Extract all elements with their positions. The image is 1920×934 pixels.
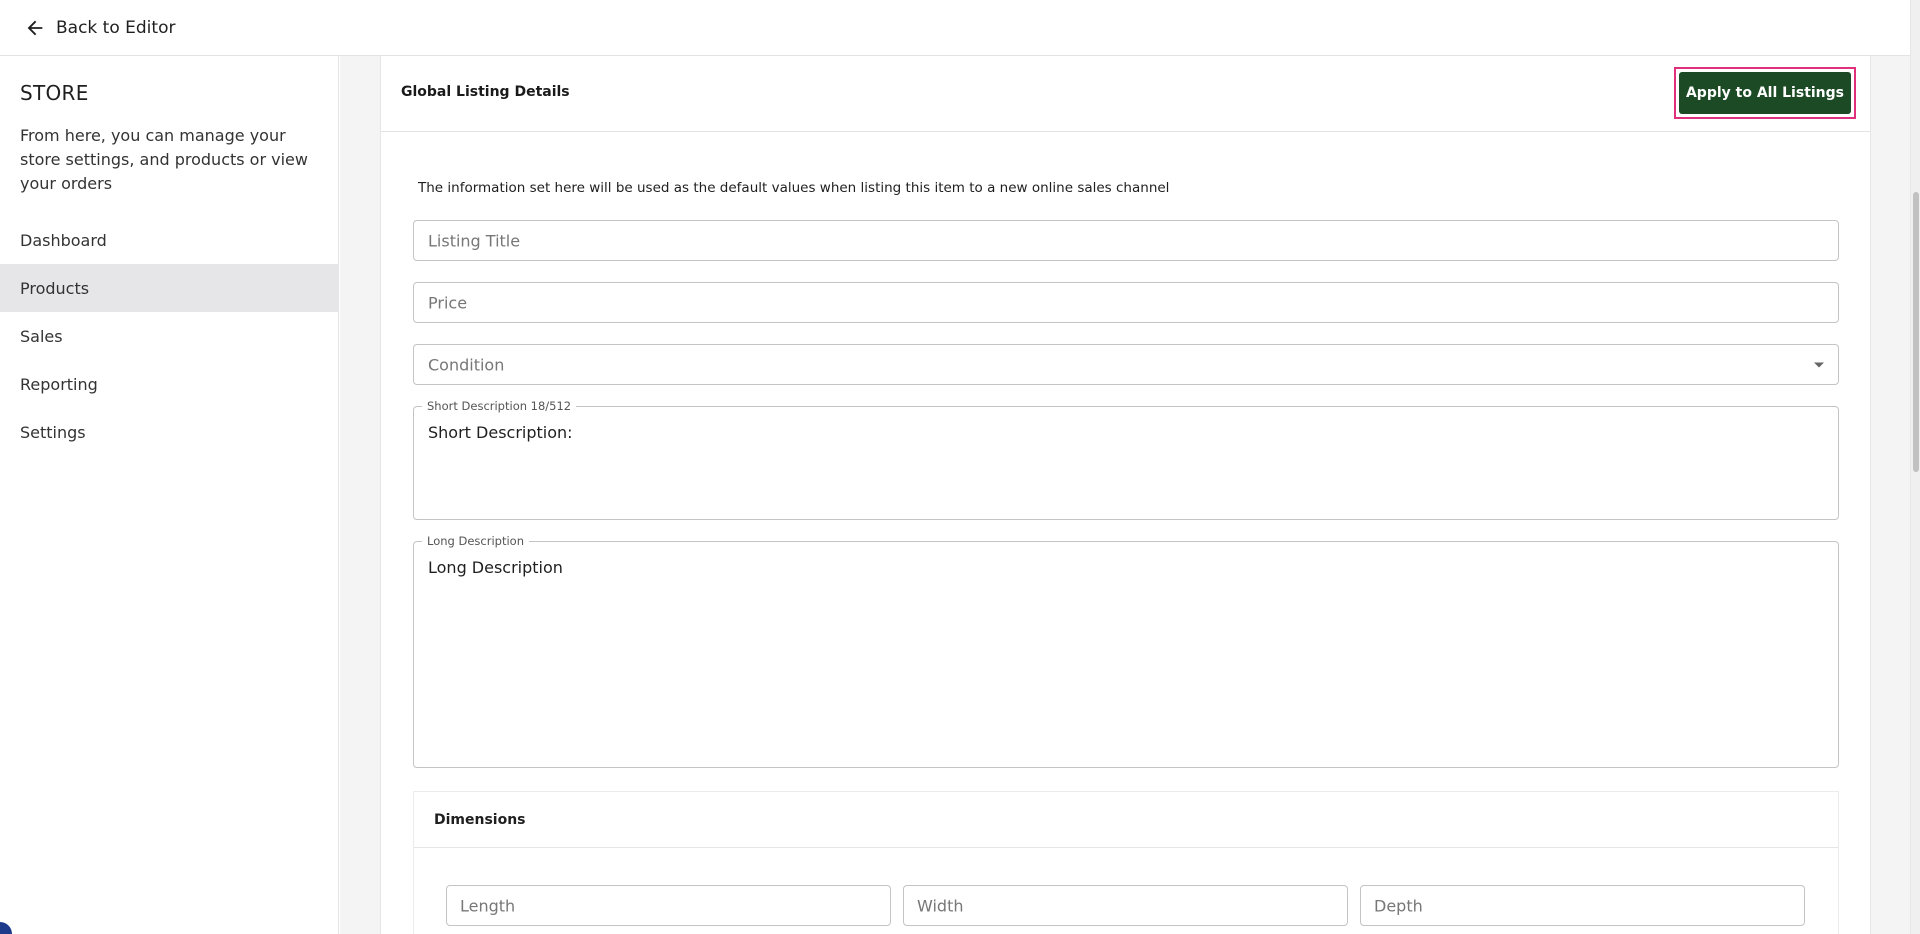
sidebar-nav: Dashboard Products Sales Reporting Setti… bbox=[0, 216, 339, 456]
chevron-down-icon bbox=[1814, 362, 1824, 367]
length-placeholder: Length bbox=[460, 896, 516, 915]
long-description-textarea[interactable]: Long Description Long Description bbox=[413, 534, 1839, 768]
top-bar: Back to Editor bbox=[0, 0, 1910, 56]
long-description-label: Long Description bbox=[422, 534, 529, 548]
width-placeholder: Width bbox=[917, 896, 964, 915]
price-input[interactable]: Price bbox=[413, 282, 1839, 323]
dimensions-header: Dimensions bbox=[414, 792, 1838, 848]
short-description-textarea[interactable]: Short Description 18/512 Short Descripti… bbox=[413, 399, 1839, 520]
card-title: Global Listing Details bbox=[401, 84, 570, 100]
sidebar: STORE From here, you can manage your sto… bbox=[0, 56, 339, 934]
apply-to-all-listings-button[interactable]: Apply to All Listings bbox=[1679, 72, 1851, 114]
apply-button-highlight: Apply to All Listings bbox=[1674, 67, 1856, 119]
depth-input[interactable]: Depth bbox=[1360, 885, 1805, 926]
width-input[interactable]: Width bbox=[903, 885, 1348, 926]
price-placeholder: Price bbox=[428, 293, 468, 312]
dimensions-title: Dimensions bbox=[434, 812, 526, 828]
main-content: Global Listing Details Apply to All List… bbox=[340, 56, 1910, 934]
global-listing-card: Global Listing Details Apply to All List… bbox=[380, 56, 1871, 934]
sidebar-title: STORE bbox=[20, 81, 89, 105]
sidebar-item-sales[interactable]: Sales bbox=[0, 312, 339, 360]
dimensions-card: Dimensions Length Width Depth bbox=[413, 791, 1839, 934]
sidebar-description: From here, you can manage your store set… bbox=[20, 126, 308, 193]
condition-placeholder: Condition bbox=[428, 355, 505, 374]
length-input[interactable]: Length bbox=[446, 885, 891, 926]
card-header: Global Listing Details Apply to All List… bbox=[381, 56, 1870, 132]
short-description-value: Short Description: bbox=[428, 423, 573, 442]
sidebar-item-products[interactable]: Products bbox=[0, 264, 339, 312]
listing-title-input[interactable]: Listing Title bbox=[413, 220, 1839, 261]
sidebar-item-dashboard[interactable]: Dashboard bbox=[0, 216, 339, 264]
scrollbar-thumb[interactable] bbox=[1913, 192, 1919, 472]
depth-placeholder: Depth bbox=[1374, 896, 1423, 915]
long-description-value: Long Description bbox=[428, 558, 563, 577]
listing-title-placeholder: Listing Title bbox=[428, 231, 521, 250]
back-to-editor-label: Back to Editor bbox=[56, 18, 176, 38]
short-description-label: Short Description 18/512 bbox=[422, 399, 577, 413]
arrow-left-icon bbox=[27, 20, 43, 36]
back-to-editor-link[interactable]: Back to Editor bbox=[24, 14, 175, 42]
page-scrollbar[interactable] bbox=[1910, 0, 1920, 934]
sidebar-item-reporting[interactable]: Reporting bbox=[0, 360, 339, 408]
condition-select[interactable]: Condition bbox=[413, 344, 1839, 385]
info-text: The information set here will be used as… bbox=[418, 180, 1170, 196]
sidebar-item-settings[interactable]: Settings bbox=[0, 408, 339, 456]
